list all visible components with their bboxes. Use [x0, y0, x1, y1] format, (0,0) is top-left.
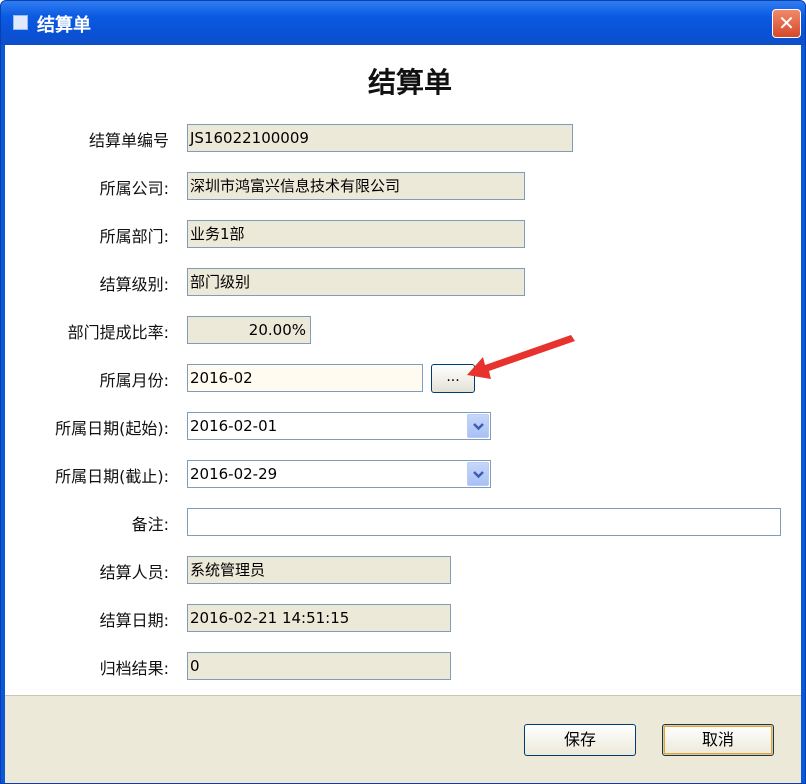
- month-field[interactable]: 2016-02: [187, 364, 423, 392]
- label-department: 所属部门:: [99, 227, 169, 246]
- label-date-start: 所属日期(起始):: [55, 419, 169, 438]
- dialog-window: 结算单 ✕ 结算单 结算单编号 JS16022100009 所属公司: 深圳市鸿…: [0, 0, 806, 784]
- close-button[interactable]: ✕: [772, 9, 801, 38]
- department-field[interactable]: 业务1部: [187, 220, 525, 248]
- date-end-value: 2016-02-29: [190, 465, 278, 483]
- label-remarks: 备注:: [131, 515, 169, 534]
- red-arrow-annotation: [467, 335, 575, 379]
- date-end-combobox[interactable]: 2016-02-29: [187, 460, 491, 488]
- company-field[interactable]: 深圳市鸿富兴信息技术有限公司: [187, 172, 525, 200]
- label-month: 所属月份:: [99, 371, 169, 390]
- settle-level-field[interactable]: 部门级别: [187, 268, 525, 296]
- label-commission-rate: 部门提成比率:: [67, 323, 169, 342]
- label-settler: 结算人员:: [99, 563, 169, 582]
- date-start-dropdown-button[interactable]: [467, 414, 489, 438]
- form-heading: 结算单: [367, 66, 452, 99]
- commission-rate-field[interactable]: 20.00%: [187, 316, 311, 344]
- window-title: 结算单: [37, 15, 91, 36]
- chevron-down-icon: [473, 423, 484, 431]
- cancel-button[interactable]: 取消: [662, 724, 774, 756]
- chevron-down-icon: [473, 471, 484, 479]
- settlement-no-field[interactable]: JS16022100009: [187, 124, 573, 152]
- close-icon: ✕: [778, 11, 795, 35]
- save-button[interactable]: 保存: [524, 724, 636, 756]
- form-area: 结算单 结算单编号 JS16022100009 所属公司: 深圳市鸿富兴信息技术…: [5, 45, 801, 783]
- label-settle-level: 结算级别:: [99, 275, 169, 294]
- settle-date-field[interactable]: 2016-02-21 14:51:15: [187, 604, 451, 632]
- settler-field[interactable]: 系统管理员: [187, 556, 451, 584]
- date-end-dropdown-button[interactable]: [467, 462, 489, 486]
- label-settle-date: 结算日期:: [99, 611, 169, 630]
- date-start-value: 2016-02-01: [190, 417, 278, 435]
- label-date-end: 所属日期(截止):: [55, 467, 169, 486]
- window-icon: [13, 15, 28, 30]
- label-settlement-no: 结算单编号: [88, 131, 169, 150]
- date-start-combobox[interactable]: 2016-02-01: [187, 412, 491, 440]
- title-bar[interactable]: 结算单 ✕: [1, 1, 805, 45]
- button-bar: 保存 取消: [5, 695, 801, 783]
- archive-result-field[interactable]: 0: [187, 652, 451, 680]
- remarks-field[interactable]: [187, 508, 781, 536]
- label-archive-result: 归档结果:: [99, 659, 169, 678]
- label-company: 所属公司:: [99, 179, 169, 198]
